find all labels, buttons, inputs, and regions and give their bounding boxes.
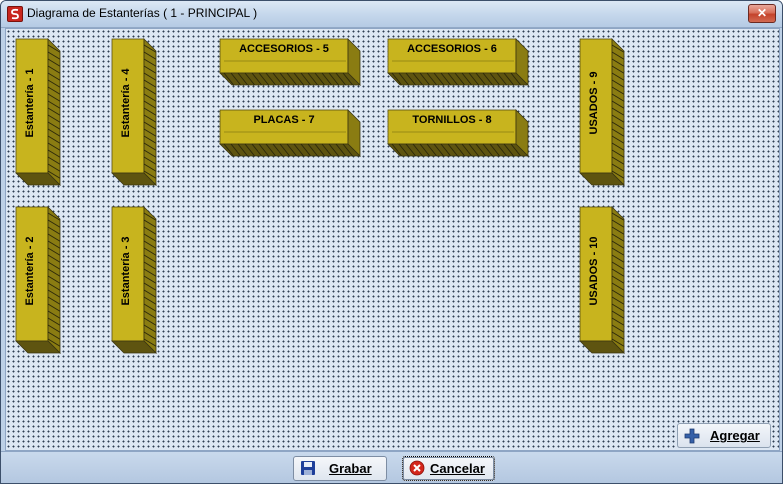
shelf-label: Estantería - 2 (24, 236, 36, 306)
shelf-accesorios-5[interactable]: ACCESORIOS - 5 (219, 38, 362, 89)
grabar-button[interactable]: Grabar (293, 456, 387, 481)
dialog-window: Diagrama de Estanterías ( 1 - PRINCIPAL … (0, 0, 783, 484)
shelf-label: Estantería - 4 (120, 68, 132, 138)
close-icon: ✕ (756, 6, 768, 20)
shelf-label: TORNILLOS - 8 (412, 114, 492, 126)
shelf-label: Estantería - 3 (120, 236, 132, 306)
plus-icon (684, 428, 700, 444)
grabar-label: Grabar (329, 461, 372, 476)
shelf-estanteria-4[interactable]: Estantería - 4 (111, 38, 162, 186)
shelf-usados-9[interactable]: USADOS - 9 (579, 38, 630, 186)
shelf-label: PLACAS - 7 (253, 114, 315, 126)
shelf-label: ACCESORIOS - 5 (239, 43, 329, 55)
shelf-placas-7[interactable]: PLACAS - 7 (219, 109, 362, 160)
cancelar-button[interactable]: Cancelar (402, 456, 495, 481)
shelf-accesorios-6[interactable]: ACCESORIOS - 6 (387, 38, 530, 89)
shelf-label: USADOS - 10 (588, 236, 600, 306)
floppy-disk-icon (301, 461, 315, 475)
shelf-diagram-canvas[interactable]: Estantería - 1 Estantería - 4 ACCESORIOS… (5, 28, 780, 451)
shelf-label: USADOS - 9 (588, 71, 600, 135)
shelf-estanteria-2[interactable]: Estantería - 2 (15, 206, 66, 354)
shelf-estanteria-1[interactable]: Estantería - 1 (15, 38, 66, 186)
title-bar[interactable]: Diagrama de Estanterías ( 1 - PRINCIPAL … (1, 1, 782, 28)
shelf-estanteria-3[interactable]: Estantería - 3 (111, 206, 162, 354)
cancel-x-icon (409, 460, 425, 476)
window-title: Diagrama de Estanterías ( 1 - PRINCIPAL … (27, 6, 258, 20)
shelf-label: Estantería - 1 (24, 68, 36, 138)
bottom-button-bar: Grabar Cancelar (1, 451, 782, 483)
shelf-tornillos-8[interactable]: TORNILLOS - 8 (387, 109, 530, 160)
agregar-label: Agregar (710, 428, 760, 443)
shelf-label: ACCESORIOS - 6 (407, 43, 497, 55)
app-logo-icon (7, 6, 23, 22)
shelf-usados-10[interactable]: USADOS - 10 (579, 206, 630, 354)
agregar-button[interactable]: Agregar (677, 423, 771, 448)
cancelar-label: Cancelar (430, 461, 485, 476)
close-button[interactable]: ✕ (748, 4, 776, 23)
